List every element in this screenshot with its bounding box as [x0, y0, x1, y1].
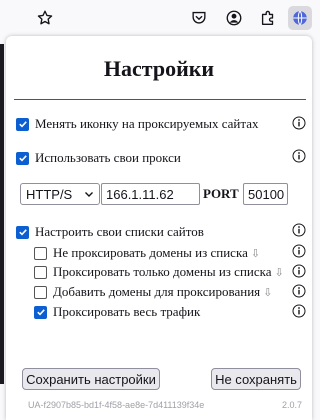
extensions-icon[interactable]	[256, 6, 280, 30]
page-edge	[0, 44, 4, 384]
info-icon[interactable]	[292, 244, 306, 258]
info-icon[interactable]	[292, 264, 306, 278]
option-label: Проксировать только домены из списка	[53, 264, 272, 279]
checkbox-exclude-domains[interactable]	[34, 246, 47, 260]
checkbox-add-domains[interactable]	[34, 285, 47, 299]
browser-toolbar	[0, 0, 320, 36]
checkbox-only-domains[interactable]	[34, 265, 47, 279]
port-label: PORT	[203, 186, 239, 201]
proxy-extension-icon[interactable]	[288, 6, 312, 30]
option-label: Настроить свои списки сайтов	[35, 224, 204, 239]
option-proxy-all[interactable]: Проксировать весь трафик	[34, 304, 200, 320]
option-label: Менять иконку на проксируемых сайтах	[35, 116, 259, 131]
option-label: Проксировать весь трафик	[53, 304, 201, 319]
checkbox-use-own-proxy[interactable]	[16, 151, 29, 165]
proxy-port-input[interactable]: 50100	[243, 183, 288, 205]
version-text: 2.0.7	[282, 400, 303, 410]
download-arrow-icon[interactable]: ⇩	[275, 266, 284, 279]
option-label: Добавить домены для проксирования	[53, 284, 261, 299]
option-custom-lists[interactable]: Настроить свои списки сайтов	[16, 224, 204, 240]
pocket-icon[interactable]	[187, 6, 211, 30]
info-icon[interactable]	[292, 284, 306, 298]
option-use-own-proxy[interactable]: Использовать свои прокси	[16, 150, 181, 166]
star-icon[interactable]	[33, 6, 57, 30]
page-title: Настройки	[103, 56, 215, 81]
download-arrow-icon[interactable]: ⇩	[263, 286, 272, 299]
option-add-domains[interactable]: Добавить домены для проксирования ⇩	[34, 284, 272, 300]
protocol-value: HTTP/S	[26, 186, 73, 202]
info-icon[interactable]	[292, 149, 306, 163]
save-button[interactable]: Сохранить настройки	[22, 368, 160, 390]
chevron-down-icon	[85, 192, 93, 197]
account-icon[interactable]	[222, 6, 246, 30]
settings-popup: Настройки Менять иконку на проксируемых …	[6, 36, 312, 420]
option-exclude-domains[interactable]: Не проксировать домены из списка ⇩	[34, 245, 260, 261]
checkbox-change-icon[interactable]	[16, 117, 29, 131]
info-icon[interactable]	[292, 116, 306, 130]
download-arrow-icon[interactable]: ⇩	[251, 247, 260, 260]
checkbox-proxy-all[interactable]	[34, 305, 47, 319]
user-id-text: UA-f2907b85-bd1f-4f58-ae8e-7d411139f34e	[28, 400, 205, 410]
cancel-button[interactable]: Не сохранять	[211, 368, 301, 390]
info-icon[interactable]	[292, 304, 306, 318]
option-only-domains[interactable]: Проксировать только домены из списка ⇩	[34, 264, 284, 280]
info-icon[interactable]	[292, 223, 306, 237]
protocol-select[interactable]: HTTP/S	[20, 183, 100, 205]
title-divider	[14, 99, 306, 100]
option-change-icon[interactable]: Менять иконку на проксируемых сайтах	[16, 116, 258, 132]
option-label: Использовать свои прокси	[35, 150, 181, 165]
checkbox-custom-lists[interactable]	[16, 225, 29, 239]
proxy-host-input[interactable]: 166.1.11.62	[101, 183, 200, 205]
option-label: Не проксировать домены из списка	[53, 245, 248, 260]
